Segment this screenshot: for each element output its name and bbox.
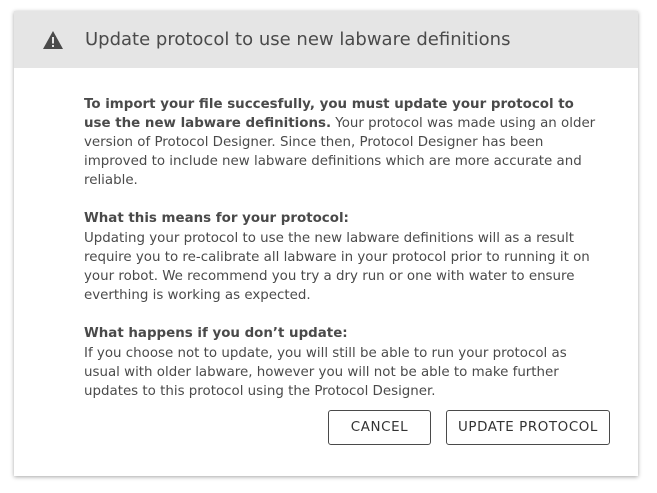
section-title: What this means for your protocol: — [84, 211, 349, 226]
update-protocol-modal: Update protocol to use new labware defin… — [14, 11, 638, 476]
section-title: What happens if you don’t update: — [84, 326, 348, 341]
intro-paragraph: To import your file succesfully, you mus… — [84, 95, 598, 190]
modal-title: Update protocol to use new labware defin… — [85, 29, 511, 50]
section-what-this-means: What this means for your protocol: Updat… — [84, 209, 598, 305]
button-row: CANCEL UPDATE PROTOCOL — [328, 410, 610, 445]
modal-body: To import your file succesfully, you mus… — [14, 68, 638, 401]
modal-header: Update protocol to use new labware defin… — [14, 11, 638, 68]
intro-section: To import your file succesfully, you mus… — [84, 95, 598, 190]
section-if-no-update: What happens if you don’t update: If you… — [84, 324, 598, 401]
section-text: Updating your protocol to use the new la… — [84, 231, 590, 303]
update-protocol-button[interactable]: UPDATE PROTOCOL — [446, 410, 610, 445]
warning-icon — [41, 28, 65, 52]
section-text: If you choose not to update, you will st… — [84, 346, 567, 399]
cancel-button[interactable]: CANCEL — [328, 410, 431, 445]
